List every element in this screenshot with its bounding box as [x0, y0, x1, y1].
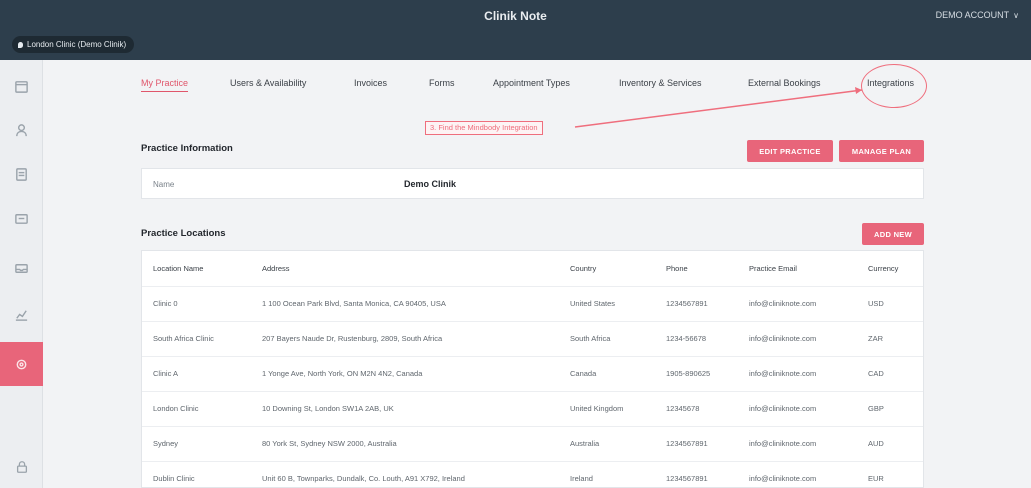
tab-inventory-services[interactable]: Inventory & Services	[619, 78, 702, 88]
cell-address: Unit 60 B, Townparks, Dundalk, Co. Louth…	[251, 460, 559, 487]
column-header-country: Country	[570, 263, 597, 273]
cell-phone: 1905-890625	[655, 355, 738, 391]
table-row[interactable]: London Clinic 10 Downing St, London SW1A…	[142, 390, 923, 426]
account-label: DEMO ACCOUNT	[935, 10, 1010, 20]
locations-table-card: Location Name Address Country Phone Prac…	[141, 250, 924, 488]
cell-location-name: South Africa Clinic	[142, 320, 251, 356]
cell-phone: 12345678	[655, 390, 738, 426]
clinic-selector-label: London Clinic (Demo Clinik)	[27, 40, 127, 49]
table-row[interactable]: Clinic 0 1 100 Ocean Park Blvd, Santa Mo…	[142, 285, 923, 321]
practice-locations-title: Practice Locations	[141, 228, 226, 239]
cell-location-name: Dublin Clinic	[142, 460, 251, 487]
column-header-phone: Phone	[666, 263, 688, 273]
cell-location-name: London Clinic	[142, 390, 251, 426]
tab-appointment-types[interactable]: Appointment Types	[493, 78, 570, 88]
chevron-down-icon: ∨	[1013, 10, 1019, 20]
tab-forms[interactable]: Forms	[429, 78, 455, 88]
manage-plan-button[interactable]: MANAGE PLAN	[839, 140, 924, 162]
sidebar-item-inbox[interactable]	[0, 250, 43, 286]
clinic-selector[interactable]: London Clinic (Demo Clinik)	[12, 36, 135, 53]
cell-email: info@cliniknote.com	[738, 425, 857, 461]
cell-location-name: Clinic 0	[142, 285, 251, 321]
cell-phone: 1234-56678	[655, 320, 738, 356]
table-row[interactable]: Dublin Clinic Unit 60 B, Townparks, Dund…	[142, 460, 923, 487]
cell-email: info@cliniknote.com	[738, 390, 857, 426]
table-row[interactable]: South Africa Clinic 207 Bayers Naude Dr,…	[142, 320, 923, 356]
column-header-location-name: Location Name	[153, 263, 204, 273]
tab-users-availability[interactable]: Users & Availability	[230, 78, 306, 88]
cell-country: South Africa	[559, 320, 655, 356]
app-title: Clinik Note	[484, 9, 547, 23]
annotation-callout: 3. Find the Mindbody Integration	[425, 121, 543, 135]
cell-address: 1 100 Ocean Park Blvd, Santa Monica, CA …	[251, 285, 559, 321]
cell-email: info@cliniknote.com	[738, 320, 857, 356]
practice-info-card: Name Demo Clinik	[141, 168, 924, 199]
cell-country: Ireland	[559, 460, 655, 487]
settings-icon	[16, 359, 27, 369]
inbox-icon	[15, 263, 28, 273]
column-header-address: Address	[262, 263, 290, 273]
cell-phone: 1234567891	[655, 425, 738, 461]
sidebar-item-reports[interactable]	[0, 296, 43, 332]
tab-external-bookings[interactable]: External Bookings	[748, 78, 821, 88]
account-menu[interactable]: DEMO ACCOUNT ∨	[936, 10, 1019, 20]
edit-practice-button[interactable]: EDIT PRACTICE	[747, 140, 833, 162]
cell-email: info@cliniknote.com	[738, 285, 857, 321]
tab-my-practice[interactable]: My Practice	[141, 78, 189, 92]
cell-country: United Kingdom	[559, 390, 655, 426]
cell-currency: USD	[857, 285, 923, 321]
cell-country: Australia	[559, 425, 655, 461]
sidebar	[0, 60, 43, 488]
table-header-row: Location Name Address Country Phone Prac…	[142, 251, 923, 286]
practice-name-label: Name	[153, 180, 175, 189]
cell-country: United States	[559, 285, 655, 321]
lock-icon	[16, 461, 27, 473]
sidebar-item-calendar[interactable]	[0, 68, 43, 104]
cell-location-name: Clinic A	[142, 355, 251, 391]
cell-currency: AUD	[857, 425, 923, 461]
cell-address: 207 Bayers Naude Dr, Rustenburg, 2809, S…	[251, 320, 559, 356]
location-pin-icon	[18, 41, 23, 48]
cell-location-name: Sydney	[142, 425, 251, 461]
cell-address: 1 Yonge Ave, North York, ON M2N 4N2, Can…	[251, 355, 559, 391]
cell-email: info@cliniknote.com	[738, 460, 857, 487]
cell-currency: ZAR	[857, 320, 923, 356]
main-content: My Practice Users & Availability Invoice…	[44, 60, 1031, 488]
sidebar-item-notes[interactable]	[0, 156, 43, 192]
cell-address: 80 York St, Sydney NSW 2000, Australia	[251, 425, 559, 461]
column-header-practice-email: Practice Email	[749, 263, 797, 273]
sidebar-item-settings[interactable]	[0, 342, 43, 386]
cell-phone: 1234567891	[655, 285, 738, 321]
practice-information-title: Practice Information	[141, 143, 233, 154]
sidebar-item-patients[interactable]	[0, 112, 43, 148]
table-row[interactable]: Clinic A 1 Yonge Ave, North York, ON M2N…	[142, 355, 923, 391]
locations-table: Location Name Address Country Phone Prac…	[142, 251, 923, 487]
cell-address: 10 Downing St, London SW1A 2AB, UK	[251, 390, 559, 426]
folder-icon	[15, 213, 28, 224]
cell-phone: 1234567891	[655, 460, 738, 487]
sidebar-item-lock[interactable]	[0, 452, 43, 482]
cell-country: Canada	[559, 355, 655, 391]
chart-icon	[15, 309, 28, 321]
settings-tabs: My Practice Users & Availability Invoice…	[141, 74, 931, 98]
tab-invoices[interactable]: Invoices	[354, 78, 387, 88]
document-icon	[16, 167, 27, 181]
cell-email: info@cliniknote.com	[738, 355, 857, 391]
column-header-currency: Currency	[868, 263, 899, 273]
practice-name-value: Demo Clinik	[404, 179, 457, 189]
sidebar-item-files[interactable]	[0, 200, 43, 236]
add-new-location-button[interactable]: ADD NEW	[862, 223, 924, 245]
user-icon	[16, 123, 27, 136]
table-row[interactable]: Sydney 80 York St, Sydney NSW 2000, Aust…	[142, 425, 923, 461]
cell-currency: EUR	[857, 460, 923, 487]
tab-integrations[interactable]: Integrations	[867, 78, 914, 88]
top-bar: Clinik Note DEMO ACCOUNT ∨ London Clinic…	[0, 0, 1031, 60]
cell-currency: GBP	[857, 390, 923, 426]
calendar-icon	[15, 80, 28, 93]
cell-currency: CAD	[857, 355, 923, 391]
